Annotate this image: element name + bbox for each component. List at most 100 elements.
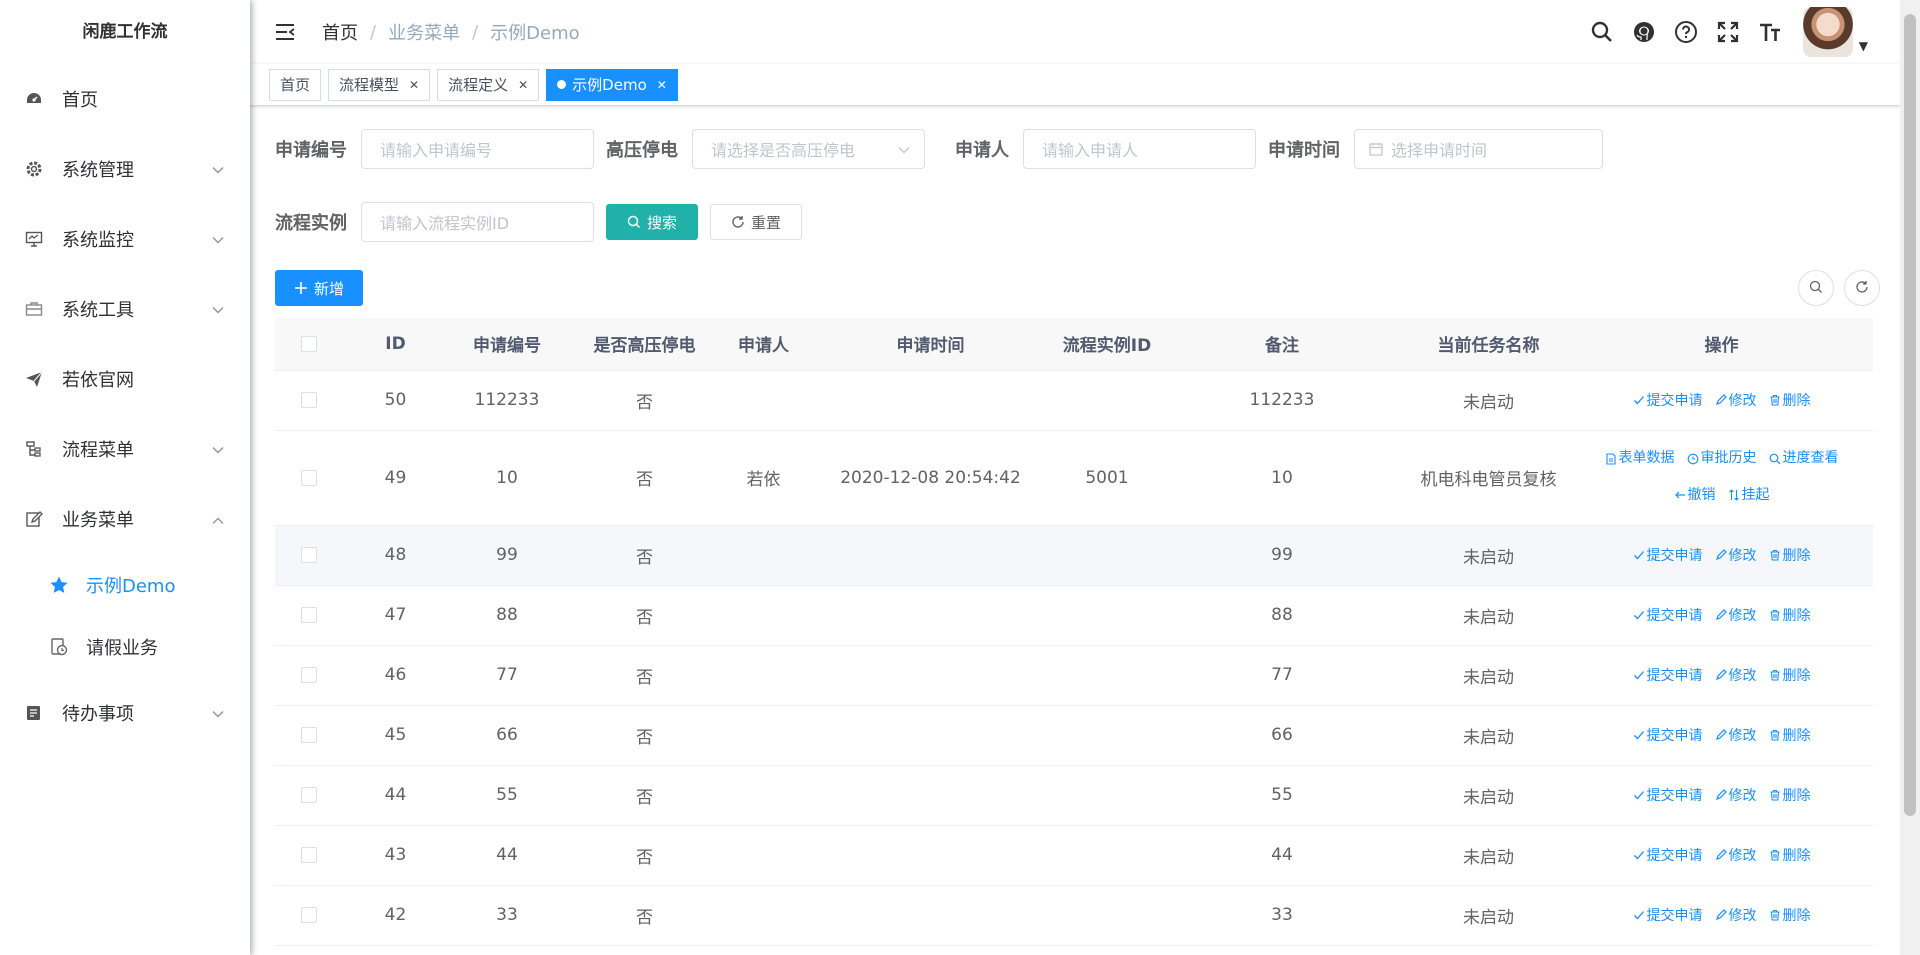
fullscreen-icon[interactable] — [1707, 11, 1749, 53]
edit-button[interactable]: 修改 — [1715, 905, 1757, 925]
tag-process-definition[interactable]: 流程定义 ✕ — [437, 68, 540, 101]
sidebar-item-system-monitor[interactable]: 系统监控 — [0, 204, 250, 274]
search-button[interactable]: 搜索 — [606, 204, 699, 240]
sidebar-item-home[interactable]: 首页 — [0, 64, 250, 134]
row-checkbox-cell[interactable] — [275, 370, 343, 431]
close-icon[interactable]: ✕ — [409, 78, 419, 92]
sidebar-item-business-menu[interactable]: 业务菜单 — [0, 484, 250, 554]
row-checkbox[interactable] — [301, 847, 317, 863]
sidebar-item-ruoyi-site[interactable]: 若依官网 — [0, 344, 250, 414]
instance-input[interactable]: 请输入流程实例ID — [361, 202, 594, 242]
select-all-checkbox-cell[interactable] — [275, 318, 343, 371]
sidebar-item-system-tools[interactable]: 系统工具 — [0, 274, 250, 344]
row-checkbox-cell[interactable] — [275, 585, 343, 646]
add-button[interactable]: 新增 — [275, 270, 364, 306]
close-icon[interactable]: ✕ — [518, 78, 528, 92]
table-row[interactable]: 50 112233 否 112233 未启动 提交申请 修改 删除 — [275, 370, 1873, 431]
sidebar-item-todo[interactable]: 待办事项 — [0, 678, 250, 748]
delete-button[interactable]: 删除 — [1769, 725, 1811, 745]
sidebar-item-system-manage[interactable]: 系统管理 — [0, 134, 250, 204]
row-checkbox-cell[interactable] — [275, 825, 343, 886]
page-scrollbar[interactable] — [1900, 0, 1920, 955]
edit-button[interactable]: 修改 — [1715, 545, 1757, 565]
col-header-remark[interactable]: 备注 — [1157, 318, 1407, 371]
table-row[interactable]: 49 10 否 若依 2020-12-08 20:54:42 5001 10 机… — [275, 430, 1873, 526]
col-header-applicant[interactable]: 申请人 — [723, 318, 804, 371]
apply-time-picker[interactable]: 选择申请时间 — [1354, 129, 1603, 169]
revoke-button[interactable]: 撤销 — [1674, 478, 1716, 513]
submit-apply-button[interactable]: 提交申请 — [1633, 785, 1703, 805]
edit-button[interactable]: 修改 — [1715, 845, 1757, 865]
row-checkbox[interactable] — [301, 727, 317, 743]
row-checkbox[interactable] — [301, 469, 317, 486]
row-checkbox[interactable] — [301, 667, 317, 683]
row-checkbox-cell[interactable] — [275, 525, 343, 586]
row-checkbox[interactable] — [301, 547, 317, 563]
col-header-apply-time[interactable]: 申请时间 — [804, 318, 1057, 371]
edit-button[interactable]: 修改 — [1715, 785, 1757, 805]
col-header-id[interactable]: ID — [343, 318, 448, 371]
submit-apply-button[interactable]: 提交申请 — [1633, 725, 1703, 745]
github-icon[interactable] — [1623, 11, 1665, 53]
refresh-table-button[interactable] — [1844, 270, 1880, 306]
delete-button[interactable]: 删除 — [1769, 605, 1811, 625]
delete-button[interactable]: 删除 — [1769, 545, 1811, 565]
toggle-search-button[interactable] — [1798, 270, 1834, 306]
form-data-button[interactable]: 表单数据 — [1605, 441, 1675, 476]
approval-history-button[interactable]: 审批历史 — [1687, 441, 1757, 476]
help-icon[interactable] — [1665, 11, 1707, 53]
edit-button[interactable]: 修改 — [1715, 725, 1757, 745]
sidebar-subitem-demo[interactable]: 示例Demo — [0, 554, 250, 616]
row-checkbox-cell[interactable] — [275, 430, 343, 526]
hamburger-menu-icon[interactable] — [270, 17, 300, 47]
table-row[interactable]: 47 88 否 88 未启动 提交申请 修改 删除 — [275, 585, 1873, 646]
suspend-button[interactable]: 挂起 — [1728, 478, 1770, 513]
select-all-checkbox[interactable] — [301, 335, 317, 352]
sidebar-subitem-leave[interactable]: 请假业务 — [0, 616, 250, 678]
breadcrumb-home[interactable]: 首页 — [322, 19, 358, 45]
table-row[interactable]: 46 77 否 77 未启动 提交申请 修改 删除 — [275, 645, 1873, 706]
col-header-task-name[interactable]: 当前任务名称 — [1407, 318, 1570, 371]
submit-apply-button[interactable]: 提交申请 — [1633, 665, 1703, 685]
delete-button[interactable]: 删除 — [1769, 845, 1811, 865]
close-icon[interactable]: ✕ — [657, 78, 667, 92]
row-checkbox-cell[interactable] — [275, 885, 343, 946]
submit-apply-button[interactable]: 提交申请 — [1633, 390, 1703, 410]
delete-button[interactable]: 删除 — [1769, 905, 1811, 925]
row-checkbox[interactable] — [301, 607, 317, 623]
font-size-icon[interactable] — [1749, 11, 1791, 53]
applicant-input[interactable]: 请输入申请人 — [1023, 129, 1256, 169]
row-checkbox[interactable] — [301, 907, 317, 923]
row-checkbox[interactable] — [301, 392, 317, 408]
col-header-apply-no[interactable]: 申请编号 — [448, 318, 566, 371]
row-checkbox-cell[interactable] — [275, 765, 343, 826]
delete-button[interactable]: 删除 — [1769, 785, 1811, 805]
sidebar-item-process-menu[interactable]: 流程菜单 — [0, 414, 250, 484]
table-row[interactable]: 44 55 否 55 未启动 提交申请 修改 删除 — [275, 765, 1873, 826]
tag-process-model[interactable]: 流程模型 ✕ — [328, 68, 431, 101]
table-row[interactable]: 42 33 否 33 未启动 提交申请 修改 删除 — [275, 885, 1873, 946]
table-row[interactable]: 45 66 否 66 未启动 提交申请 修改 删除 — [275, 705, 1873, 766]
submit-apply-button[interactable]: 提交申请 — [1633, 905, 1703, 925]
tag-home[interactable]: 首页 — [269, 68, 322, 101]
submit-apply-button[interactable]: 提交申请 — [1633, 845, 1703, 865]
edit-button[interactable]: 修改 — [1715, 390, 1757, 410]
delete-button[interactable]: 删除 — [1769, 390, 1811, 410]
caret-down-icon[interactable]: ▼ — [1859, 39, 1868, 53]
row-checkbox-cell[interactable] — [275, 705, 343, 766]
reset-button[interactable]: 重置 — [710, 204, 803, 240]
col-header-instance-id[interactable]: 流程实例ID — [1057, 318, 1157, 371]
delete-button[interactable]: 删除 — [1769, 665, 1811, 685]
col-header-high-voltage[interactable]: 是否高压停电 — [566, 318, 723, 371]
edit-button[interactable]: 修改 — [1715, 605, 1757, 625]
row-checkbox[interactable] — [301, 787, 317, 803]
high-voltage-select[interactable]: 请选择是否高压停电 — [692, 129, 925, 169]
tag-demo[interactable]: 示例Demo ✕ — [546, 68, 678, 101]
search-icon[interactable] — [1581, 11, 1623, 53]
edit-button[interactable]: 修改 — [1715, 665, 1757, 685]
submit-apply-button[interactable]: 提交申请 — [1633, 605, 1703, 625]
row-checkbox-cell[interactable] — [275, 645, 343, 706]
avatar[interactable] — [1802, 7, 1853, 57]
scrollbar-thumb[interactable] — [1904, 14, 1916, 816]
progress-view-button[interactable]: 进度查看 — [1769, 441, 1839, 476]
